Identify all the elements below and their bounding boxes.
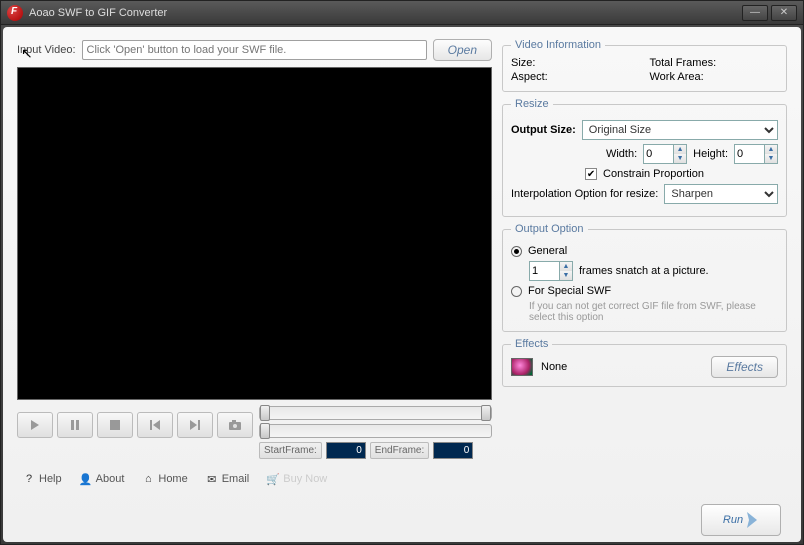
output-size-label: Output Size:: [511, 124, 576, 136]
close-button[interactable]: ✕: [771, 5, 797, 21]
interp-select[interactable]: Sharpen: [664, 184, 778, 204]
content-area: ↖ Input Video: Open: [3, 27, 801, 542]
minimize-button[interactable]: —: [742, 5, 768, 21]
pause-button[interactable]: [57, 412, 93, 438]
effects-button[interactable]: Effects: [711, 356, 778, 378]
open-button[interactable]: Open: [433, 39, 492, 61]
titlebar[interactable]: Aoao SWF to GIF Converter — ✕: [1, 1, 803, 25]
aspect-label: Aspect:: [511, 71, 640, 83]
constrain-label: Constrain Proportion: [603, 168, 704, 180]
work-area-label: Work Area:: [650, 71, 779, 83]
about-link[interactable]: 👤About: [80, 473, 125, 485]
app-window: Aoao SWF to GIF Converter — ✕ ↖ Input Vi…: [0, 0, 804, 545]
special-radio[interactable]: [511, 286, 522, 297]
input-video-label: Input Video:: [17, 44, 76, 56]
about-icon: 👤: [80, 473, 92, 485]
effects-group: Effects None Effects: [502, 338, 787, 387]
output-option-legend: Output Option: [511, 223, 588, 235]
total-frames-label: Total Frames:: [650, 57, 779, 69]
height-input[interactable]: [734, 144, 764, 164]
effects-thumbnail: [511, 358, 533, 376]
buy-link[interactable]: 🛒Buy Now: [267, 473, 327, 485]
run-arrow-icon: [747, 512, 759, 528]
interp-label: Interpolation Option for resize:: [511, 188, 658, 200]
footer: ?Help 👤About ⌂Home ✉Email 🛒Buy Now: [17, 469, 787, 489]
stop-button[interactable]: [97, 412, 133, 438]
range-slider[interactable]: [259, 406, 492, 420]
end-frame-input[interactable]: [433, 442, 473, 459]
general-radio[interactable]: [511, 246, 522, 257]
resize-group: Resize Output Size: Original Size Width:…: [502, 98, 787, 217]
effects-legend: Effects: [511, 338, 552, 350]
width-stepper[interactable]: ▲▼: [643, 144, 687, 164]
snapshot-button[interactable]: [217, 412, 253, 438]
snatch-input[interactable]: [529, 261, 559, 281]
email-link[interactable]: ✉Email: [206, 473, 250, 485]
start-frame-input[interactable]: [326, 442, 366, 459]
home-icon: ⌂: [142, 473, 154, 485]
special-label: For Special SWF: [528, 285, 611, 297]
start-frame-label: StartFrame:: [259, 442, 322, 459]
app-title: Aoao SWF to GIF Converter: [29, 7, 167, 19]
snatch-stepper[interactable]: ▲▼: [529, 261, 573, 281]
height-label: Height:: [693, 148, 728, 160]
height-stepper[interactable]: ▲▼: [734, 144, 778, 164]
help-icon: ?: [23, 473, 35, 485]
help-link[interactable]: ?Help: [23, 473, 62, 485]
size-label: Size:: [511, 57, 640, 69]
effects-value: None: [541, 361, 703, 373]
prev-frame-button[interactable]: [137, 412, 173, 438]
width-label: Width:: [606, 148, 637, 160]
special-hint: If you can not get correct GIF file from…: [529, 301, 778, 323]
end-frame-label: EndFrame:: [370, 442, 429, 459]
run-button[interactable]: Run: [701, 504, 781, 536]
output-size-select[interactable]: Original Size: [582, 120, 778, 140]
constrain-checkbox[interactable]: ✔: [585, 168, 597, 180]
general-label: General: [528, 245, 567, 257]
home-link[interactable]: ⌂Home: [142, 473, 187, 485]
video-info-legend: Video Information: [511, 39, 605, 51]
seek-slider[interactable]: [259, 424, 492, 438]
resize-legend: Resize: [511, 98, 553, 110]
next-frame-button[interactable]: [177, 412, 213, 438]
video-info-group: Video Information Size: Total Frames: As…: [502, 39, 787, 92]
app-icon: [7, 5, 23, 21]
input-video-field[interactable]: [82, 40, 427, 60]
play-button[interactable]: [17, 412, 53, 438]
snatch-label: frames snatch at a picture.: [579, 265, 709, 277]
cart-icon: 🛒: [267, 473, 279, 485]
width-input[interactable]: [643, 144, 673, 164]
email-icon: ✉: [206, 473, 218, 485]
output-option-group: Output Option General ▲▼ frames snatch a…: [502, 223, 787, 332]
video-preview: [17, 67, 492, 400]
